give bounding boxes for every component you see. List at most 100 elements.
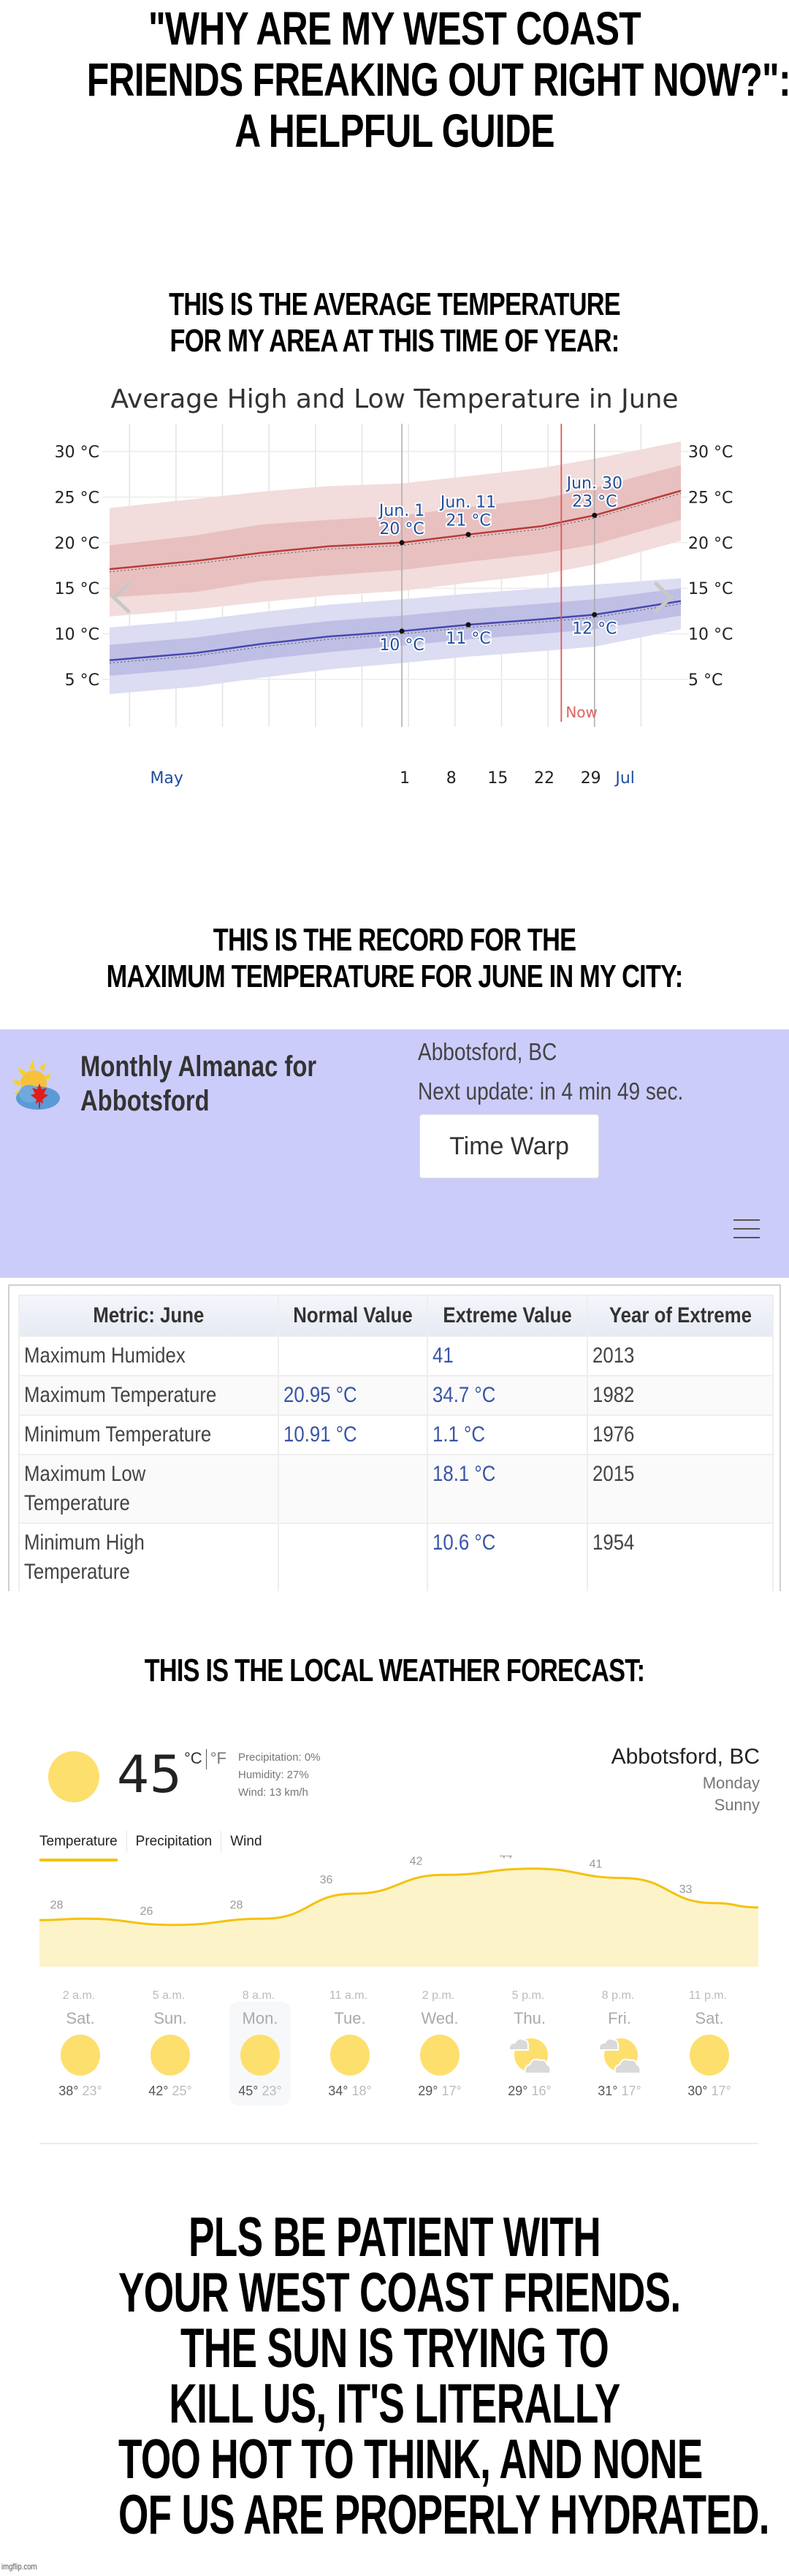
y-tick-label-right: 15 °C — [688, 580, 733, 598]
data-label: 23 °C — [572, 492, 617, 511]
high-temp: 38° — [58, 2084, 79, 2098]
x-tick-label: 1 — [400, 769, 410, 788]
low-temp: 17° — [621, 2084, 641, 2098]
weather-forecast-widget: 45 °C °F Precipitation: 0% Humidity: 27% … — [0, 1739, 789, 2162]
day-temps: 31° 17° — [589, 2084, 650, 2099]
heading-record: THIS IS THE RECORD FOR THE MAXIMUM TEMPE… — [87, 922, 702, 995]
chart-canvas: 5 °C 5 °C 10 °C 10 °C 15 °C 15 °C 20 °C 20 °C 25… — [55, 424, 733, 788]
title-line: FRIENDS FREAKING OUT RIGHT NOW?": — [86, 53, 789, 106]
column-header: Normal Value — [277, 1295, 429, 1337]
high-temp: 45° — [238, 2084, 259, 2098]
almanac-location: Abbotsford, BC — [418, 1038, 557, 1065]
data-label: 10 °C — [379, 636, 424, 655]
hourly-time-label: 2 a.m. — [63, 1989, 95, 2002]
normal-value-cell — [277, 1454, 429, 1524]
hourly-time-label: 2 p.m. — [422, 1989, 454, 2002]
almanac-table: Metric: June Normal Value Extreme Value … — [18, 1295, 774, 1591]
high-temp: 30° — [687, 2084, 708, 2098]
outro-line: OF US ARE PROPERLY HYDRATED. — [118, 2484, 770, 2546]
day-temps: 30° 17° — [679, 2084, 740, 2099]
heading-forecast: THIS IS THE LOCAL WEATHER FORECAST: — [87, 1653, 702, 1689]
day-forecast-item[interactable]: Mon. 45° 23° — [229, 2002, 291, 2106]
y-tick-label-left: 15 °C — [55, 580, 99, 598]
hourly-value-label: 26 — [140, 1905, 153, 1918]
day-forecast-item[interactable]: Sat. 30° 17° — [679, 2002, 740, 2106]
table-row: Maximum Low Temperature 18.1 °C 2015 — [18, 1454, 774, 1524]
extreme-value-cell: 41 — [427, 1335, 589, 1376]
y-tick-label-left: 25 °C — [55, 489, 99, 507]
data-point — [399, 540, 405, 546]
table-row: Minimum Temperature 10.91 °C 1.1 °C 1976 — [18, 1414, 774, 1455]
high-temp: 34° — [328, 2084, 348, 2098]
day-temps: 34° 18° — [319, 2084, 381, 2099]
x-tick-label: Jul — [614, 769, 635, 788]
day-forecast-item[interactable]: Thu. 29° 16° — [499, 2002, 560, 2106]
day-name: Sat. — [695, 2009, 724, 2027]
precipitation-text: Precipitation: 0% — [238, 1751, 321, 1764]
data-label: Jun. 1 — [378, 502, 424, 520]
data-point — [399, 628, 405, 634]
heading-line: THIS IS THE AVERAGE TEMPERATURE — [169, 286, 621, 322]
y-tick-label-left: 5 °C — [65, 671, 99, 690]
hourly-time-label: 11 a.m. — [329, 1989, 367, 2002]
low-temp: 23° — [262, 2084, 282, 2098]
tab-precipitation[interactable]: Precipitation — [127, 1831, 222, 1853]
day-forecast-item[interactable]: Fri. 31° 17° — [589, 2002, 650, 2106]
sunny-icon — [420, 2035, 460, 2076]
year-cell: 1982 — [587, 1375, 774, 1416]
hourly-time-label: 8 a.m. — [243, 1989, 275, 2002]
title-line: "WHY ARE MY WEST COAST — [148, 2, 641, 55]
sunny-icon — [61, 2035, 100, 2076]
sunny-icon — [48, 1751, 99, 1802]
fahrenheit-toggle[interactable]: °F — [210, 1749, 226, 1767]
title-line: A HELPFUL GUIDE — [235, 104, 554, 157]
outro-line: YOUR WEST COAST FRIENDS. — [118, 2262, 681, 2324]
day-name: Thu. — [513, 2009, 546, 2027]
hourly-value-label: 28 — [50, 1899, 64, 1911]
outro-line: KILL US, IT'S LITERALLY — [169, 2373, 620, 2435]
low-temp: 17° — [441, 2084, 462, 2098]
outro-line: THE SUN IS TRYING TO — [180, 2317, 609, 2379]
hourly-value-label: 36 — [320, 1874, 333, 1886]
heading-line: FOR MY AREA AT THIS TIME OF YEAR: — [169, 323, 620, 359]
sunny-icon — [150, 2035, 190, 2076]
table-row: Maximum Temperature 20.95 °C 34.7 °C 1982 — [18, 1375, 774, 1416]
outro-line: PLS BE PATIENT WITH — [188, 2206, 601, 2268]
data-label: 20 °C — [379, 520, 424, 538]
tab-temperature[interactable]: Temperature — [39, 1831, 127, 1861]
humidity-text: Humidity: 27% — [238, 1769, 309, 1781]
heading-line: THIS IS THE LOCAL WEATHER FORECAST: — [144, 1653, 645, 1688]
day-name: Fri. — [608, 2009, 631, 2027]
almanac-next-update: Next update: in 4 min 49 sec. — [418, 1078, 684, 1105]
watermark: imgflip.com — [1, 2561, 37, 2572]
data-label: 12 °C — [572, 620, 617, 638]
daily-forecast-list: Sat. 38° 23° Sun. 42° 25° Mon. 45° 23° Tue. 34°… — [39, 2002, 758, 2119]
day-temps: 29° 17° — [409, 2084, 470, 2099]
almanac-header: Monthly Almanac for Abbotsford Abbotsfor… — [0, 1029, 789, 1278]
day-name: Sat. — [66, 2009, 95, 2027]
day-temps: 45° 23° — [229, 2084, 291, 2099]
day-forecast-item[interactable]: Wed. 29° 17° — [409, 2002, 470, 2106]
column-header: Extreme Value — [427, 1295, 589, 1337]
time-warp-button[interactable]: Time Warp — [419, 1114, 599, 1178]
x-tick-label: May — [150, 769, 183, 788]
hamburger-menu-icon[interactable] — [733, 1219, 760, 1238]
forecast-tabs: Temperature Precipitation Wind — [39, 1831, 271, 1861]
normal-value-cell — [277, 1523, 429, 1591]
y-tick-label-right: 20 °C — [688, 535, 733, 553]
normal-value-cell — [277, 1335, 429, 1376]
day-forecast-item[interactable]: Tue. 34° 18° — [319, 2002, 381, 2106]
almanac-title: Monthly Almanac for Abbotsford — [80, 1051, 317, 1117]
celsius-toggle[interactable]: °C — [184, 1749, 202, 1767]
data-label: 21 °C — [446, 512, 490, 530]
day-temps: 29° 16° — [499, 2084, 560, 2099]
data-label: 11 °C — [446, 630, 490, 648]
data-label: Jun. 11 — [439, 494, 496, 512]
year-cell: 2015 — [587, 1454, 774, 1524]
x-tick-label: 22 — [534, 769, 554, 788]
day-forecast-item[interactable]: Sun. 42° 25° — [140, 2002, 201, 2106]
tab-wind[interactable]: Wind — [221, 1831, 270, 1853]
column-header: Year of Extreme — [587, 1295, 774, 1337]
day-forecast-item[interactable]: Sat. 38° 23° — [50, 2002, 111, 2106]
metric-cell: Maximum Humidex — [18, 1335, 279, 1376]
